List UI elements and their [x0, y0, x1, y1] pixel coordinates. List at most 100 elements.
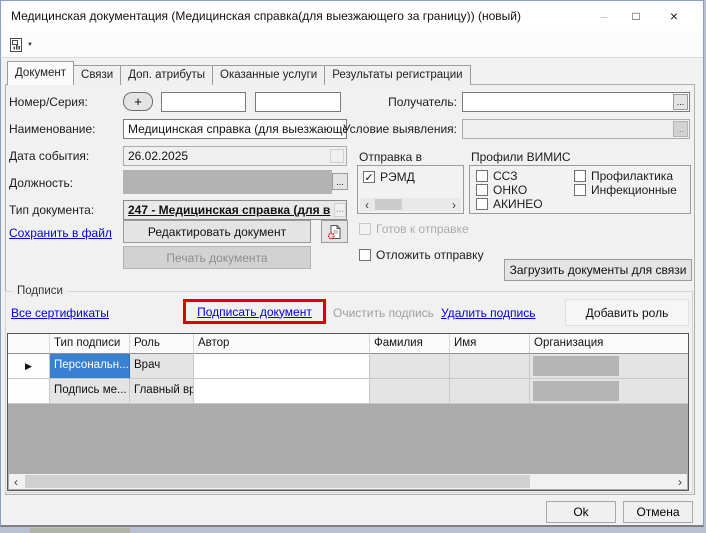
edit-document-button[interactable]: Редактировать документ — [123, 220, 311, 243]
sign-document-link[interactable]: Подписать документ — [197, 305, 312, 319]
checkbox-icon — [574, 184, 586, 196]
add-number-button[interactable]: + — [123, 92, 153, 111]
checkbox-icon — [476, 184, 488, 196]
scroll-left-icon[interactable]: ‹ — [360, 198, 374, 211]
vimis-infectious-label: Инфекционные — [591, 183, 677, 197]
tab-document[interactable]: Документ — [7, 61, 74, 85]
row-header-corner — [8, 334, 50, 354]
save-to-file-link[interactable]: Сохранить в файл — [9, 226, 112, 240]
scroll-right-icon[interactable]: › — [673, 474, 687, 489]
checkbox-icon — [359, 249, 371, 261]
series-input[interactable] — [255, 92, 341, 112]
send-to-label: Отправка в — [359, 147, 422, 167]
tab-extra-attributes[interactable]: Доп. атрибуты — [120, 65, 213, 85]
dialog-window: Медицинская документация (Медицинская сп… — [0, 0, 704, 527]
dropdown-caret-icon: ▼ — [27, 42, 33, 48]
column-header-role[interactable]: Роль — [130, 334, 194, 354]
column-header-organization[interactable]: Организация — [530, 334, 688, 354]
checkbox-icon — [476, 198, 488, 210]
checkbox-icon — [476, 170, 488, 182]
sign-document-highlight: Подписать документ — [183, 299, 326, 324]
number-input[interactable] — [161, 92, 246, 112]
remd-checkbox[interactable]: ✓ РЭМД — [363, 170, 415, 184]
name-input[interactable]: Медицинская справка (для выезжающего — [123, 119, 347, 139]
doc-type-input[interactable]: 247 - Медицинская справка (для в ... — [123, 200, 347, 220]
event-date-input[interactable]: 26.02.2025 — [123, 146, 347, 166]
vimis-infectious-checkbox[interactable]: Инфекционные — [574, 183, 677, 197]
ok-button[interactable]: Ok — [546, 501, 616, 523]
toolbar: ▼ — [1, 31, 703, 58]
vimis-profiles-label: Профили ВИМИС — [471, 147, 571, 167]
delete-signature-link[interactable]: Удалить подпись — [441, 306, 536, 320]
tab-links[interactable]: Связи — [73, 65, 121, 85]
doc-type-value: 247 - Медицинская справка (для в — [128, 203, 330, 217]
detection-condition-label: Условие выявления: — [341, 119, 457, 139]
vimis-ssz-checkbox[interactable]: ССЗ — [476, 169, 517, 183]
cell-type[interactable]: Подпись ме... — [50, 379, 130, 404]
date-picker-button[interactable] — [330, 149, 344, 163]
scroll-right-icon[interactable]: › — [447, 198, 461, 211]
position-ellipsis-button[interactable]: ... — [332, 173, 348, 190]
row-indicator-cell — [8, 379, 50, 404]
ready-to-send-checkbox[interactable]: Готов к отправке — [359, 222, 469, 236]
scrollbar-thumb[interactable] — [375, 199, 402, 210]
cell-surname[interactable] — [370, 354, 450, 379]
cell-name[interactable] — [450, 354, 530, 379]
scrollbar-thumb[interactable] — [25, 475, 530, 488]
report-menu-button[interactable]: ▼ — [6, 34, 40, 55]
minimize-icon[interactable]: – — [589, 1, 619, 31]
postpone-send-checkbox[interactable]: Отложить отправку — [359, 248, 484, 262]
print-document-button[interactable]: Печать документа — [123, 246, 311, 269]
doc-type-label: Тип документа: — [9, 200, 117, 220]
row-indicator-icon: ▶ — [25, 361, 32, 372]
organization-redacted-value — [533, 356, 619, 376]
tab-services[interactable]: Оказанные услуги — [212, 65, 325, 85]
cell-type[interactable]: Персональн... — [50, 354, 130, 379]
cell-organization[interactable] — [530, 379, 688, 404]
doc-type-ellipsis-button[interactable]: ... — [334, 203, 346, 217]
table-scrollbar[interactable]: ‹ › — [9, 474, 687, 489]
column-header-surname[interactable]: Фамилия — [370, 334, 450, 354]
position-redacted-value — [123, 170, 332, 194]
checkbox-icon — [574, 170, 586, 182]
vimis-akineo-checkbox[interactable]: АКИНЕО — [476, 197, 543, 211]
maximize-icon[interactable]: □ — [621, 1, 651, 31]
recipient-input[interactable] — [462, 92, 690, 112]
column-header-type[interactable]: Тип подписи — [50, 334, 130, 354]
recipient-ellipsis-button[interactable]: ... — [673, 94, 688, 110]
cell-name[interactable] — [450, 379, 530, 404]
all-certificates-link[interactable]: Все сертификаты — [11, 306, 109, 320]
screen: Медицинская документация (Медицинская сп… — [0, 0, 706, 533]
clear-signature-label: Очистить подпись — [333, 306, 434, 320]
cell-role[interactable]: Главный врач — [130, 379, 194, 404]
organization-redacted-value — [533, 381, 619, 401]
report-icon — [9, 37, 24, 53]
vimis-prophylaxis-checkbox[interactable]: Профилактика — [574, 169, 673, 183]
send-to-scrollbar[interactable]: ‹ › — [360, 198, 461, 211]
column-header-author[interactable]: Автор — [194, 334, 370, 354]
remd-label: РЭМД — [380, 170, 415, 184]
send-to-box: ✓ РЭМД ‹ › — [357, 165, 464, 214]
cell-role[interactable]: Врач — [130, 354, 194, 379]
cell-surname[interactable] — [370, 379, 450, 404]
recipient-label: Получатель: — [357, 92, 457, 112]
cancel-button[interactable]: Отмена — [623, 501, 693, 523]
scroll-left-icon[interactable]: ‹ — [9, 474, 23, 489]
cell-organization[interactable] — [530, 354, 688, 379]
detection-condition-ellipsis-button[interactable]: ... — [673, 121, 688, 137]
desktop-fragment — [30, 528, 130, 533]
close-icon[interactable]: × — [659, 1, 689, 31]
vimis-akineo-label: АКИНЕО — [493, 197, 543, 211]
signed-document-icon-button[interactable] — [321, 220, 348, 243]
column-header-name[interactable]: Имя — [450, 334, 530, 354]
load-documents-button[interactable]: Загрузить документы для связи — [504, 259, 692, 281]
cell-author[interactable] — [194, 379, 370, 404]
vimis-box: ССЗ ОНКО АКИНЕО Профилактика Инфекционны… — [469, 165, 691, 214]
vimis-onko-checkbox[interactable]: ОНКО — [476, 183, 527, 197]
add-role-button[interactable]: Добавить роль — [565, 299, 689, 326]
position-label: Должность: — [9, 173, 117, 193]
detection-condition-input[interactable] — [462, 119, 690, 139]
cell-author[interactable] — [194, 354, 370, 379]
tab-registration-results[interactable]: Результаты регистрации — [324, 65, 470, 85]
signatures-table: Тип подписи Роль Автор Фамилия Имя Орган… — [7, 333, 689, 491]
